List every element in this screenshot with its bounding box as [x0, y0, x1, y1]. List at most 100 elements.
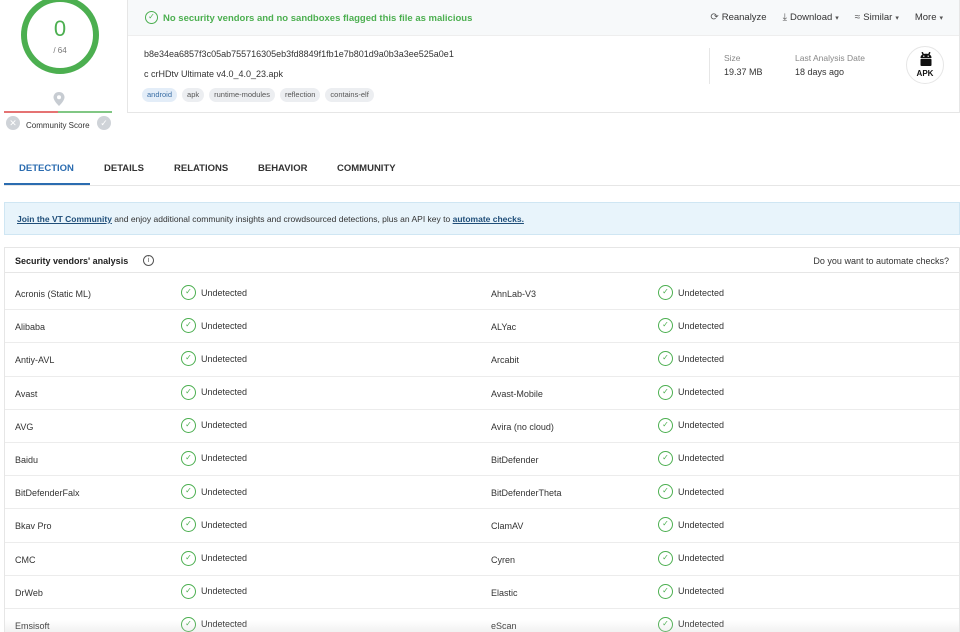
vendor-result-label: Undetected: [678, 519, 725, 530]
more-button[interactable]: More ▾: [915, 12, 943, 23]
vendor-result-label: Undetected: [201, 486, 248, 497]
table-row: Bkav Pro ✓ Undetected ClamAV ✓ Undetected: [5, 509, 959, 543]
vendor-name: CMC: [15, 554, 36, 565]
vendor-name: ALYac: [491, 322, 517, 333]
vendor-result-label: Undetected: [678, 320, 725, 331]
check-circle-icon: ✓: [658, 285, 673, 300]
vendor-result-label: Undetected: [678, 453, 725, 464]
status-text: No security vendors and no sandboxes fla…: [163, 13, 473, 24]
vendors-table: Security vendors' analysis i Do you want…: [4, 247, 960, 632]
check-circle-icon: ✓: [658, 517, 673, 533]
check-circle-icon: ✓: [181, 517, 196, 533]
tag-contains-elf[interactable]: contains-elf: [325, 88, 374, 102]
vendor-name: Elastic: [491, 587, 518, 598]
check-circle-icon: ✓: [181, 484, 196, 500]
vendor-result-label: Undetected: [678, 586, 725, 597]
size-label: Size: [724, 53, 741, 63]
reanalyze-button[interactable]: ⟳ Reanalyze: [710, 12, 766, 23]
score-ring: 0 / 64: [21, 0, 99, 74]
tag-apk[interactable]: apk: [182, 88, 205, 102]
join-community-link[interactable]: Join the VT Community: [17, 214, 112, 224]
tab-community[interactable]: COMMUNITY: [337, 163, 396, 174]
last-analysis-value: 18 days ago: [795, 67, 845, 77]
tag-reflection[interactable]: reflection: [279, 88, 321, 102]
info-icon[interactable]: i: [143, 255, 154, 266]
file-name: c crHDtv Ultimate v4.0_4.0_23.apk: [144, 69, 284, 79]
vendor-result-label: Undetected: [201, 387, 248, 398]
vendor-name: AVG: [15, 421, 34, 432]
chevron-down-icon: ▾: [895, 14, 899, 22]
check-circle-icon: ✓: [181, 351, 196, 367]
check-circle-icon: ✓: [658, 384, 673, 400]
tag-runtime-modules[interactable]: runtime-modules: [209, 88, 275, 102]
vote-harmless-icon[interactable]: ✓: [97, 116, 111, 130]
vendor-result-label: Undetected: [201, 420, 248, 431]
score-total: / 64: [53, 46, 67, 55]
size-value: 19.37 MB: [724, 67, 763, 77]
vendor-result: ✓ Undetected: [658, 318, 725, 334]
vendor-result-label: Undetected: [201, 453, 248, 464]
vendor-name: Baidu: [15, 454, 39, 465]
file-hash[interactable]: b8e34ea6857f3c05ab755716305eb3fd8849f1fb…: [144, 49, 454, 59]
check-circle-icon: ✓: [181, 583, 196, 599]
detection-score: 0 / 64 ✕ Community Score ✓: [4, 0, 116, 140]
vendor-result-label: Undetected: [201, 320, 248, 331]
tab-detection[interactable]: DETECTION: [19, 163, 74, 174]
vendor-result-label: Undetected: [678, 553, 725, 563]
vendor-result: ✓ Undetected: [658, 285, 724, 300]
table-row: Alibaba ✓ Undetected ALYac ✓ Undetected: [5, 310, 959, 344]
tab-behavior[interactable]: BEHAVIOR: [258, 163, 307, 174]
vendor-result: ✓ Undetected: [658, 583, 725, 599]
vendor-result-label: Undetected: [678, 353, 725, 364]
automate-checks-link[interactable]: automate checks.: [453, 214, 524, 224]
vendor-result: ✓ Undetected: [658, 450, 725, 466]
vendor-result: ✓ Undetected: [181, 550, 247, 566]
vote-malicious-icon[interactable]: ✕: [6, 116, 20, 130]
vendor-name: Acronis (Static ML): [15, 289, 92, 299]
check-circle-icon: ✓: [145, 11, 158, 24]
status-bar: ✓ No security vendors and no sandboxes f…: [128, 0, 959, 36]
info-divider: [709, 48, 710, 84]
file-tags: android apk runtime-modules reflection c…: [142, 88, 374, 102]
vendor-name: Cyren: [491, 554, 516, 565]
vendors-title: Security vendors' analysis: [15, 256, 129, 266]
report-tabs: DETECTION DETAILS RELATIONS BEHAVIOR COM…: [4, 152, 960, 186]
tab-relations[interactable]: RELATIONS: [174, 163, 228, 174]
banner-middle-text: and enjoy additional community insights …: [111, 214, 453, 224]
table-row: Acronis (Static ML) ✓ Undetected AhnLab-V3 ✓…: [5, 277, 959, 311]
vendor-result: ✓ Undetected: [658, 484, 725, 500]
table-row: DrWeb ✓ Undetected Elastic ✓ Undetected: [5, 576, 959, 609]
check-circle-icon: ✓: [181, 417, 196, 433]
vendor-result-label: Undetected: [201, 586, 248, 597]
check-circle-icon: ✓: [658, 583, 673, 599]
file-actions: ⟳ Reanalyze ⤓ Download ▾ ≈ Similar ▾ Mor…: [710, 12, 943, 23]
vendor-name: BitDefenderTheta: [491, 488, 562, 499]
vendor-result: ✓ Undetected: [181, 517, 248, 533]
check-circle-icon: ✓: [181, 285, 196, 300]
tab-details[interactable]: DETAILS: [104, 163, 144, 174]
check-circle-icon: ✓: [181, 318, 196, 334]
community-score-positive: [58, 111, 112, 113]
chevron-down-icon: ▾: [939, 14, 943, 22]
vendor-result-label: Undetected: [201, 353, 248, 364]
similar-icon: ≈: [854, 12, 861, 23]
vendor-result: ✓ Undetected: [181, 583, 248, 599]
refresh-icon: ⟳: [710, 12, 719, 23]
vendor-result-label: Undetected: [678, 486, 725, 497]
table-row: CMC ✓ Undetected Cyren ✓ Undetected: [5, 543, 959, 576]
table-row: Baidu ✓ Undetected BitDefender ✓ Undetected: [5, 443, 959, 477]
automate-checks-link[interactable]: Do you want to automate checks?: [813, 256, 949, 266]
table-row: Avast ✓ Undetected Avast-Mobile ✓ Undetected: [5, 377, 959, 410]
tag-android[interactable]: android: [142, 88, 178, 102]
check-circle-icon: ✓: [658, 550, 673, 566]
community-score-label: Community Score: [26, 121, 90, 130]
vendor-result: ✓ Undetected: [658, 351, 725, 367]
download-label: Download: [790, 12, 833, 23]
check-circle-icon: ✓: [658, 318, 673, 334]
vendor-result: ✓ Undetected: [658, 384, 724, 400]
vendor-name: Avast-Mobile: [491, 388, 543, 399]
download-button[interactable]: ⤓ Download ▾: [783, 12, 839, 23]
similar-button[interactable]: ≈ Similar ▾: [855, 12, 899, 23]
vendor-result-label: Undetected: [201, 519, 248, 530]
check-circle-icon: ✓: [658, 351, 673, 367]
